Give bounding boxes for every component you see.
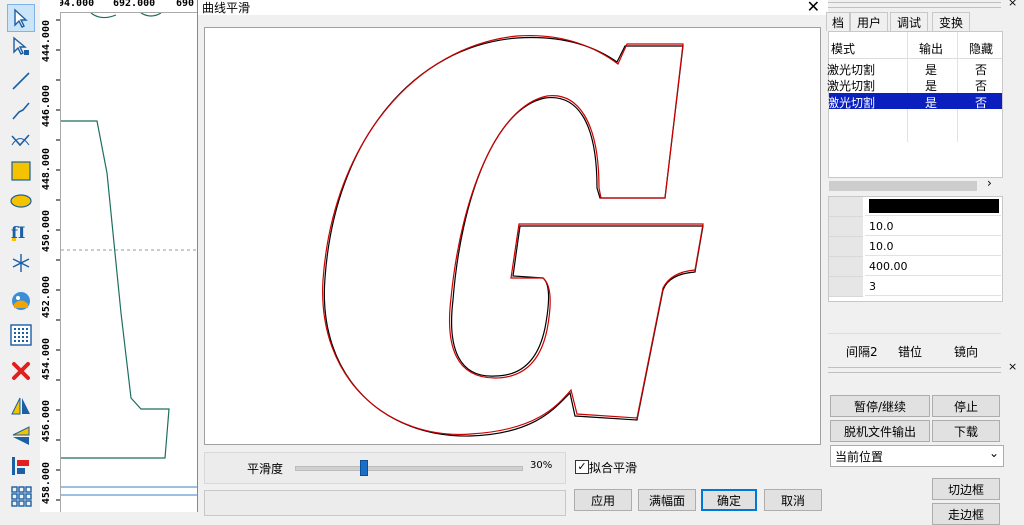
dialog-titlebar: 曲线平滑 ✕ [198,0,828,16]
tool-palette: fI [0,0,41,512]
ellipse-icon[interactable] [8,188,34,214]
power-property[interactable]: 10.0 [865,237,1001,256]
delete-icon[interactable] [8,358,34,384]
row-hidden: 否 [975,96,988,110]
mirror-horizontal-icon[interactable] [8,393,34,419]
stop-button[interactable]: 停止 [932,395,1000,417]
fit-view-button[interactable]: 满幅面 [638,489,696,511]
tab-user[interactable]: 用户 [850,12,888,31]
ruler-label: 452.000 [41,276,52,319]
smoothness-slider-thumb[interactable] [359,460,368,476]
tab-transform[interactable]: 变换 [932,12,970,31]
ruler-label: 448.000 [41,148,52,191]
tab-debug[interactable]: 调试 [890,12,928,31]
vertical-ruler: 444.000 446.000 448.000 450.000 452.000 … [40,0,61,512]
layer-table: 模式 输出 隐藏 激光切割 是 否 激光切割 是 否 激光切割 是 否 › [827,31,1003,193]
ruler-label: 690 [176,0,195,9]
status-box [204,490,566,516]
fit-smooth-label: 拟合平滑 [589,461,638,475]
position-select[interactable]: 当前位置 ⌄ [830,445,1004,467]
row-output: 是 [925,79,938,93]
close-icon[interactable]: × [1008,0,1017,9]
smoothness-track[interactable] [295,466,523,471]
smoothness-panel: 平滑度 30% [204,452,566,484]
walk-frame-button[interactable]: 走边框 [932,503,1000,525]
option-labels: 间隔2 错位 镜向 [828,333,1001,364]
download-button[interactable]: 下载 [932,420,1000,442]
ruler-label: 450.000 [41,210,52,253]
horizontal-ruler: 94.000 692.000 690 [60,0,200,13]
panel-grip [828,367,1001,373]
bezier-icon[interactable] [8,128,34,154]
header-output: 输出 [919,42,944,56]
ruler-label: 458.000 [41,462,52,505]
original-curve [323,36,704,437]
position-select-value: 当前位置 [835,450,884,464]
smoothness-label: 平滑度 [247,462,284,476]
text-icon[interactable]: fI [8,218,34,244]
header-hidden: 隐藏 [969,42,994,56]
row-output: 是 [925,96,938,110]
ok-button[interactable]: 确定 [701,489,757,511]
polyline-icon[interactable] [8,98,34,124]
header-mode: 模式 [831,42,856,56]
ruler-label: 446.000 [41,85,52,128]
pause-continue-button[interactable]: 暂停/继续 [830,395,930,417]
ruler-label: 444.000 [41,20,52,63]
chevron-right-icon[interactable]: › [987,176,992,190]
array-icon[interactable] [8,322,34,348]
bitmap-icon[interactable] [8,288,34,314]
right-panel: × 档 用户 调试 变换 模式 输出 隐藏 激光切割 是 否 激光切割 是 否 … [826,0,1024,525]
curve-smooth-dialog: 曲线平滑 ✕ 平滑度 30% ✓ 拟合平滑 应用 满幅面 确定 取消 [197,0,829,516]
node-edit-icon[interactable] [8,33,34,59]
ruler-label: 94.000 [60,0,95,9]
chevron-down-icon[interactable]: ⌄ [989,446,999,460]
row-hidden: 否 [975,79,988,93]
line-icon[interactable] [8,68,34,94]
mirror-vertical-icon[interactable] [8,423,34,449]
dialog-title: 曲线平滑 [202,1,251,15]
star-icon[interactable] [8,250,34,276]
speed-property[interactable]: 10.0 [865,217,1001,236]
curve-preview [204,27,821,445]
interval2-label: 间隔2 [846,345,878,359]
passes-property[interactable]: 3 [865,277,1001,296]
row-mode: 激光切割 [827,96,876,110]
row-mode: 激光切割 [827,79,876,93]
canvas-workarea[interactable] [61,12,200,512]
cancel-button[interactable]: 取消 [764,489,822,511]
table-row-selected[interactable]: 激光切割 是 否 [827,93,1002,110]
table-hscrollbar[interactable]: › [829,176,1002,193]
offset-label: 错位 [898,345,923,359]
select-arrow-icon[interactable] [7,4,35,32]
rectangle-icon[interactable] [8,158,34,184]
offline-output-button[interactable]: 脱机文件输出 [830,420,930,442]
mirror-label: 镜向 [954,345,979,359]
frequency-property[interactable]: 400.00 [865,257,1001,276]
ruler-label: 454.000 [41,338,52,381]
smoothed-curve [322,34,704,435]
color-property[interactable] [865,197,1001,216]
smoothness-value: 30% [530,460,553,471]
cut-frame-button[interactable]: 切边框 [932,478,1000,500]
table-row[interactable]: 激光切割 是 否 [827,60,1002,77]
table-row[interactable]: 激光切割 是 否 [827,76,1002,93]
close-icon[interactable]: × [1008,360,1017,373]
tab-document[interactable]: 档 [826,12,850,31]
ruler-label: 692.000 [113,0,156,9]
ruler-label: 456.000 [41,400,52,443]
panel-grip [828,2,1001,8]
close-icon[interactable]: ✕ [807,0,820,16]
layer-properties: 10.0 10.0 400.00 3 [828,196,1003,302]
scroll-thumb[interactable] [829,181,977,191]
fit-smooth-checkbox[interactable]: ✓ [575,460,589,474]
apply-button[interactable]: 应用 [574,489,632,511]
align-icon[interactable] [8,453,34,479]
color-swatch [869,199,999,213]
grid-icon[interactable] [8,483,34,509]
